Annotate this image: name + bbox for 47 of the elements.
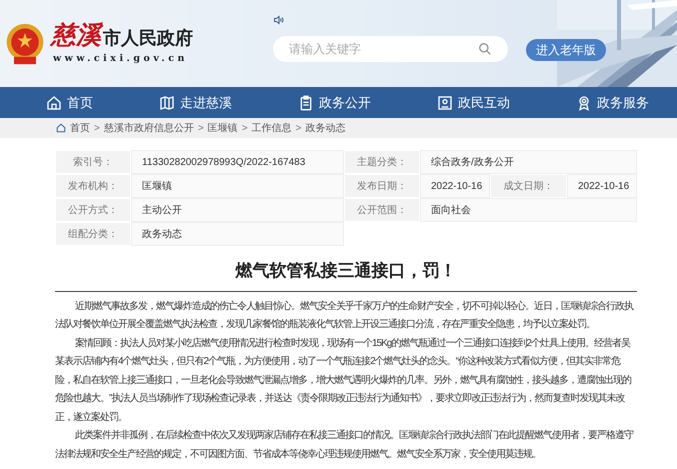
breadcrumb-separator: >	[94, 122, 100, 136]
article-title: 燃气软管私接三通接口，罚！	[55, 258, 637, 292]
breadcrumb-link[interactable]: 匡堰镇	[208, 120, 238, 136]
field-label: 成文日期：	[490, 174, 567, 198]
breadcrumb-separator: >	[242, 122, 248, 136]
field-label: 公开方式：	[55, 198, 131, 222]
field-value: 主动公开	[131, 198, 344, 222]
logo-script: 慈溪	[51, 20, 101, 50]
breadcrumb-link[interactable]: 首页	[70, 120, 90, 136]
field-label: 主题分类：	[344, 150, 420, 174]
field-value: 2022-10-16	[567, 174, 637, 198]
field-label: 发布日期：	[344, 174, 420, 198]
clipboard-icon	[298, 94, 314, 110]
map-icon	[159, 94, 175, 110]
field-label: 发布机构：	[55, 174, 131, 198]
search-field[interactable]: 请输入关键字	[273, 36, 508, 62]
nav-link[interactable]: 政务公开	[298, 92, 371, 112]
breadcrumb-link[interactable]: 慈溪市政府信息公开	[104, 120, 194, 136]
field-value: 11330282002978993Q/2022-167483	[131, 150, 344, 174]
field-value: 面向社会	[420, 198, 637, 222]
field-value: 匡堰镇	[131, 174, 344, 198]
id-card-icon	[437, 94, 453, 110]
breadcrumb-link[interactable]: 政务动态	[305, 120, 346, 136]
nav-link[interactable]: 政民互动	[437, 92, 510, 112]
house-icon	[46, 94, 62, 110]
home-icon	[56, 123, 66, 133]
breadcrumb-link[interactable]: 工作信息	[252, 120, 292, 136]
search-icon	[478, 42, 492, 56]
field-label: 组配分类：	[55, 222, 131, 246]
speaker-icon	[273, 14, 285, 26]
elder-mode-button[interactable]: 进入老年版	[526, 39, 606, 61]
paragraph: 案情回顾：执法人员对某小吃店燃气使用情况进行检查时发现，现场有一个15Kg的燃气瓶通过一个三通接口连接到2个灶具上使用。经营者吴某表示店铺内有4个燃气灶头，但只有2个气瓶，为方便使用，动了一个气瓶连接2个燃气灶头的念头。“你这种改装方式看似方便，但其实非常危险，私自在软管上接三通接口，一旦老化会导致燃气泄漏点增多，增大燃气遇明火爆炸的几率。另外，燃气具有腐蚀性，接头越多，遭腐蚀出现的危险也越大。”执法人员当场制作了现场检查记录表，并送达《责令限期改正违法行为通知书》，要求立即改正违法行为，然而复查时发现其未改正，遂立案处罚。	[55, 336, 632, 424]
field-value: 政务动态	[131, 222, 344, 246]
breadcrumb-separator: >	[296, 122, 302, 136]
nav-link[interactable]: 政务服务	[576, 92, 649, 112]
logo-title: 市人民政府	[103, 28, 193, 50]
breadcrumb-separator: >	[198, 122, 204, 136]
medal-icon	[576, 94, 592, 110]
field-value: 综合政务/政务公开	[420, 150, 637, 174]
nav-link[interactable]: 首页	[46, 92, 93, 112]
paragraph: 近期燃气事故多发，燃气爆炸造成的伤亡令人触目惊心。燃气安全关乎千家万户的生命财产安全，切不可掉以轻心。近日，匡堰镇综合行政执法队对餐饮单位开展全覆盖燃气执法检查，发现几家餐馆的瓶装液化气软管上开设三通接口分流，存在严重安全隐患，均予以立案处罚。	[55, 300, 634, 332]
field-label: 公开范围：	[344, 198, 420, 222]
field-label: 索引号：	[55, 150, 131, 174]
field-value: 2022-10-16	[420, 174, 490, 198]
nav-link[interactable]: 走进慈溪	[159, 92, 232, 112]
site-url: www.cixi.gov.cn	[53, 52, 189, 66]
paragraph: 此类案件并非孤例，在后续检查中依次又发现两家店铺存在私接三通接口的情况。匡堰镇综合行政执法部门在此提醒燃气使用者，要严格遵守法律法规和安全生产经营的规定，不可因图方面、节省成本等侥幸心理违规使用燃气。燃气安全系万家，安全使用莫违规。	[55, 428, 634, 462]
